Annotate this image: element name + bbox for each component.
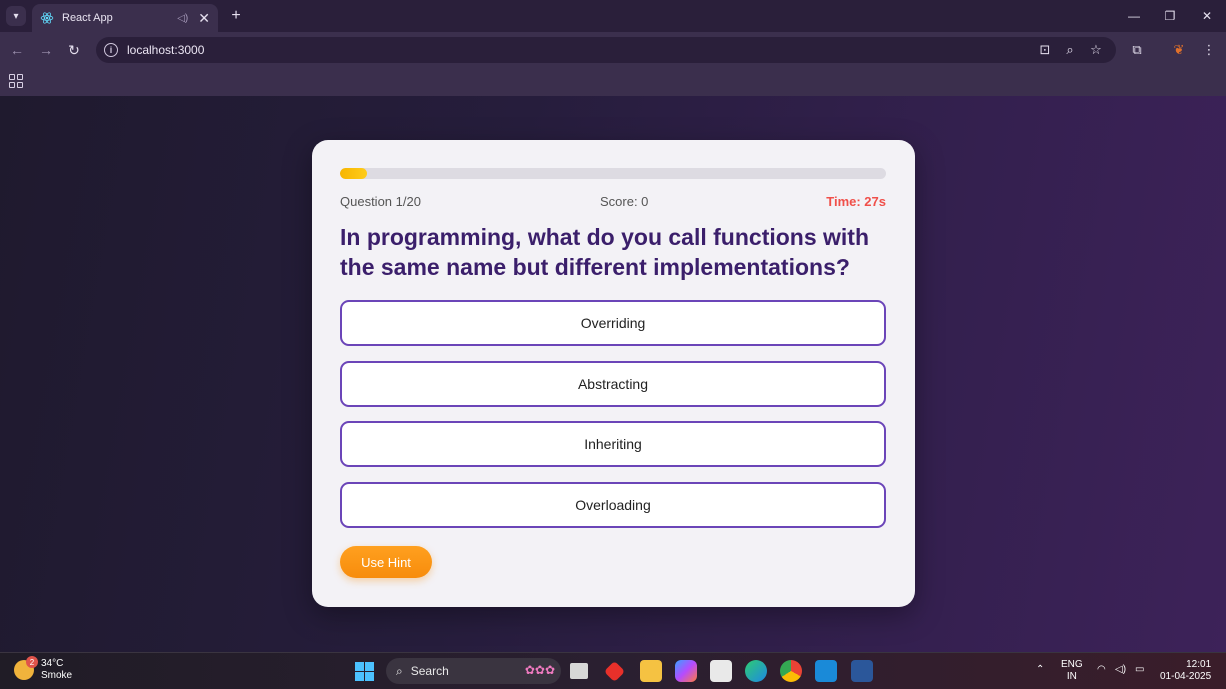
tulips-icon: ✿✿✿ bbox=[524, 663, 555, 677]
quiz-stats: Question 1/20 Score: 0 Time: 27s bbox=[340, 194, 886, 210]
site-info-icon[interactable]: i bbox=[104, 43, 118, 57]
close-tab-icon[interactable]: ✕ bbox=[198, 10, 210, 27]
address-bar[interactable]: i localhost:3000 bbox=[96, 37, 1116, 63]
weather-widget[interactable]: 2 34°C Smoke bbox=[14, 656, 73, 682]
copilot-icon[interactable] bbox=[675, 660, 697, 682]
question-counter: Question 1/20 bbox=[340, 194, 421, 209]
battery-icon[interactable]: ▭ bbox=[1135, 664, 1144, 676]
tab-bar: ▾ React App ◁) ✕ + — ❐ ✕ bbox=[0, 0, 1226, 32]
answer-option[interactable]: Overriding bbox=[340, 300, 886, 346]
apps-grid-icon[interactable] bbox=[9, 74, 23, 88]
question-text: In programming, what do you call functio… bbox=[340, 224, 870, 280]
close-window-icon[interactable]: ✕ bbox=[1197, 6, 1217, 26]
progress-bar bbox=[340, 168, 886, 179]
taskbar: 2 34°C Smoke ⌕ Search ✿✿✿ ⌃ ENG IN ◠ ◁) … bbox=[0, 652, 1226, 689]
task-view-icon[interactable] bbox=[570, 663, 588, 679]
file-explorer-icon[interactable] bbox=[640, 660, 662, 682]
forward-icon[interactable]: → bbox=[36, 40, 56, 60]
profile-avatar-icon[interactable]: ❦ bbox=[1169, 40, 1189, 60]
word-icon[interactable] bbox=[851, 660, 873, 682]
url-text: localhost:3000 bbox=[127, 43, 205, 57]
store-icon[interactable] bbox=[710, 660, 732, 682]
windows-start-icon[interactable] bbox=[355, 662, 374, 681]
bookmarks-bar bbox=[0, 68, 1226, 96]
tab-title: React App bbox=[62, 12, 113, 24]
browser-toolbar: ← → ↻ i localhost:3000 ⊡ ⌕ ☆ ⧉ ❦ ⋮ bbox=[0, 32, 1226, 68]
app-diamond-icon[interactable] bbox=[603, 660, 626, 683]
restore-icon[interactable]: ❐ bbox=[1160, 6, 1180, 26]
progress-fill bbox=[340, 168, 368, 179]
clock-time: 12:01 bbox=[1186, 659, 1212, 670]
speaker-icon[interactable]: ◁) bbox=[177, 13, 188, 24]
wifi-icon[interactable]: ◠ bbox=[1097, 664, 1106, 676]
notification-badge: 2 bbox=[26, 656, 38, 668]
weather-description: Smoke bbox=[41, 670, 73, 681]
language-code: ENG bbox=[1061, 659, 1083, 670]
back-icon[interactable]: ← bbox=[7, 40, 27, 60]
search-label: Search bbox=[410, 664, 449, 678]
bookmark-star-icon[interactable]: ☆ bbox=[1086, 40, 1106, 60]
minimize-icon[interactable]: — bbox=[1124, 6, 1144, 26]
weather-temperature: 34°C bbox=[41, 658, 64, 669]
weather-icon: 2 bbox=[14, 656, 38, 680]
timer-display: Time: 27s bbox=[826, 194, 886, 209]
use-hint-button[interactable]: Use Hint bbox=[340, 546, 432, 578]
volume-icon[interactable]: ◁) bbox=[1115, 664, 1126, 676]
edge-icon[interactable] bbox=[745, 660, 767, 682]
taskbar-search[interactable]: ⌕ Search ✿✿✿ bbox=[386, 658, 561, 684]
page-viewport: Question 1/20 Score: 0 Time: 27s In prog… bbox=[0, 96, 1226, 652]
quiz-card: Question 1/20 Score: 0 Time: 27s In prog… bbox=[312, 140, 915, 607]
region-code: IN bbox=[1066, 671, 1077, 682]
react-logo-icon bbox=[40, 12, 54, 24]
clock[interactable]: 12:01 01-04-2025 bbox=[1160, 659, 1211, 683]
language-indicator[interactable]: ENG IN bbox=[1061, 659, 1083, 683]
new-tab-button[interactable]: + bbox=[226, 6, 246, 26]
vscode-icon[interactable] bbox=[815, 660, 837, 682]
answer-option[interactable]: Inheriting bbox=[340, 421, 886, 467]
answer-option[interactable]: Overloading bbox=[340, 482, 886, 528]
show-hidden-icons-chevron-icon[interactable]: ⌃ bbox=[1036, 664, 1044, 676]
answer-option[interactable]: Abstracting bbox=[340, 361, 886, 407]
zoom-icon[interactable]: ⌕ bbox=[1060, 40, 1080, 60]
score-display: Score: 0 bbox=[600, 194, 649, 209]
clock-date: 01-04-2025 bbox=[1160, 671, 1212, 682]
search-icon: ⌕ bbox=[396, 663, 403, 678]
install-app-icon[interactable]: ⊡ bbox=[1035, 40, 1055, 60]
chrome-icon[interactable] bbox=[780, 660, 802, 682]
tab-search-button[interactable]: ▾ bbox=[6, 6, 26, 26]
browser-tab[interactable]: React App ◁) ✕ bbox=[32, 4, 218, 32]
extensions-icon[interactable]: ⧉ bbox=[1127, 40, 1147, 60]
more-menu-icon[interactable]: ⋮ bbox=[1199, 40, 1219, 60]
reload-icon[interactable]: ↻ bbox=[64, 40, 84, 60]
